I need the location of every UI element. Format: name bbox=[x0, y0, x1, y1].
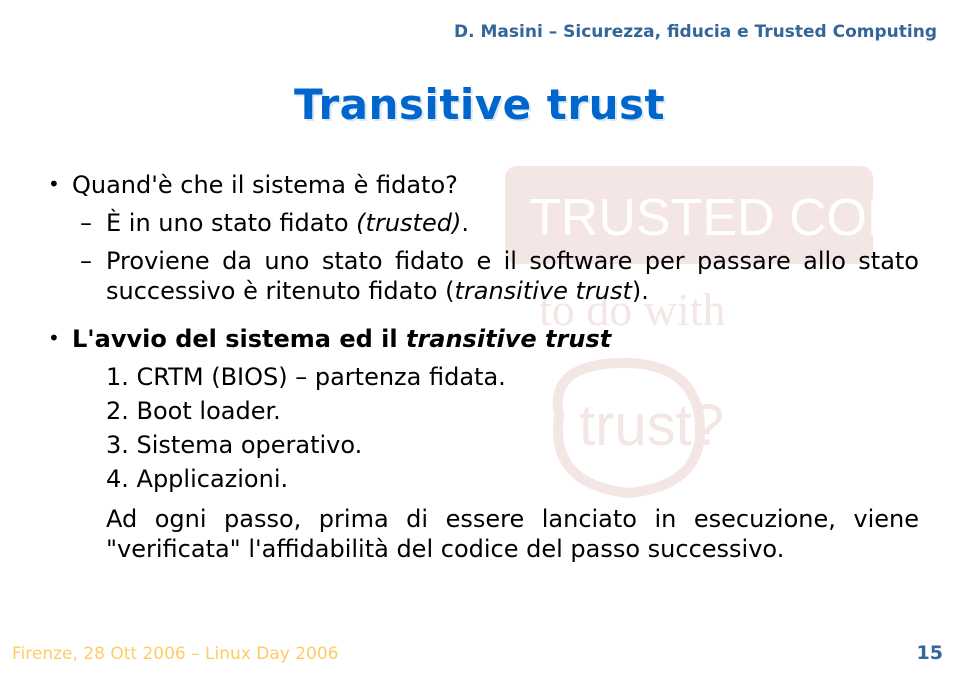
step-2-bootloader: 2. Boot loader. bbox=[48, 396, 919, 426]
text-bold: L'avvio del sistema ed il bbox=[72, 325, 406, 353]
sub-bullet-transitive-def: Proviene da uno stato fidato e il softwa… bbox=[48, 246, 919, 306]
verification-paragraph: Ad ogni passo, prima di essere lanciato … bbox=[48, 504, 919, 564]
footer-event: Firenze, 28 Ott 2006 – Linux Day 2006 bbox=[12, 644, 338, 664]
text-bolditalic: transitive trust bbox=[406, 325, 611, 353]
slide-header: D. Masini – Sicurezza, fiducia e Trusted… bbox=[454, 22, 937, 42]
slide-footer: Firenze, 28 Ott 2006 – Linux Day 2006 15 bbox=[12, 642, 943, 664]
text-part: . bbox=[461, 209, 469, 237]
page-number: 15 bbox=[917, 642, 943, 664]
bullet-boot-sequence: L'avvio del sistema ed il transitive tru… bbox=[48, 324, 919, 354]
header-topic: Sicurezza, fiducia e Trusted Computing bbox=[563, 22, 937, 42]
text-italic-trusted: (trusted) bbox=[356, 209, 461, 237]
slide-content: Quand'è che il sistema è fidato? È in un… bbox=[48, 170, 919, 564]
header-separator: – bbox=[543, 22, 563, 42]
step-1-crtm: 1. CRTM (BIOS) – partenza fidata. bbox=[48, 362, 919, 392]
step-4-apps: 4. Applicazioni. bbox=[48, 464, 919, 494]
text-part: ). bbox=[632, 277, 649, 305]
text-part: È in uno stato fidato bbox=[106, 209, 356, 237]
author-name: D. Masini bbox=[454, 22, 543, 42]
slide-title: Transitive trust bbox=[0, 80, 959, 129]
text-italic-transitive: transitive trust bbox=[454, 277, 631, 305]
sub-bullet-trusted-state: È in uno stato fidato (trusted). bbox=[48, 208, 919, 238]
step-3-os: 3. Sistema operativo. bbox=[48, 430, 919, 460]
bullet-question: Quand'è che il sistema è fidato? bbox=[48, 170, 919, 200]
